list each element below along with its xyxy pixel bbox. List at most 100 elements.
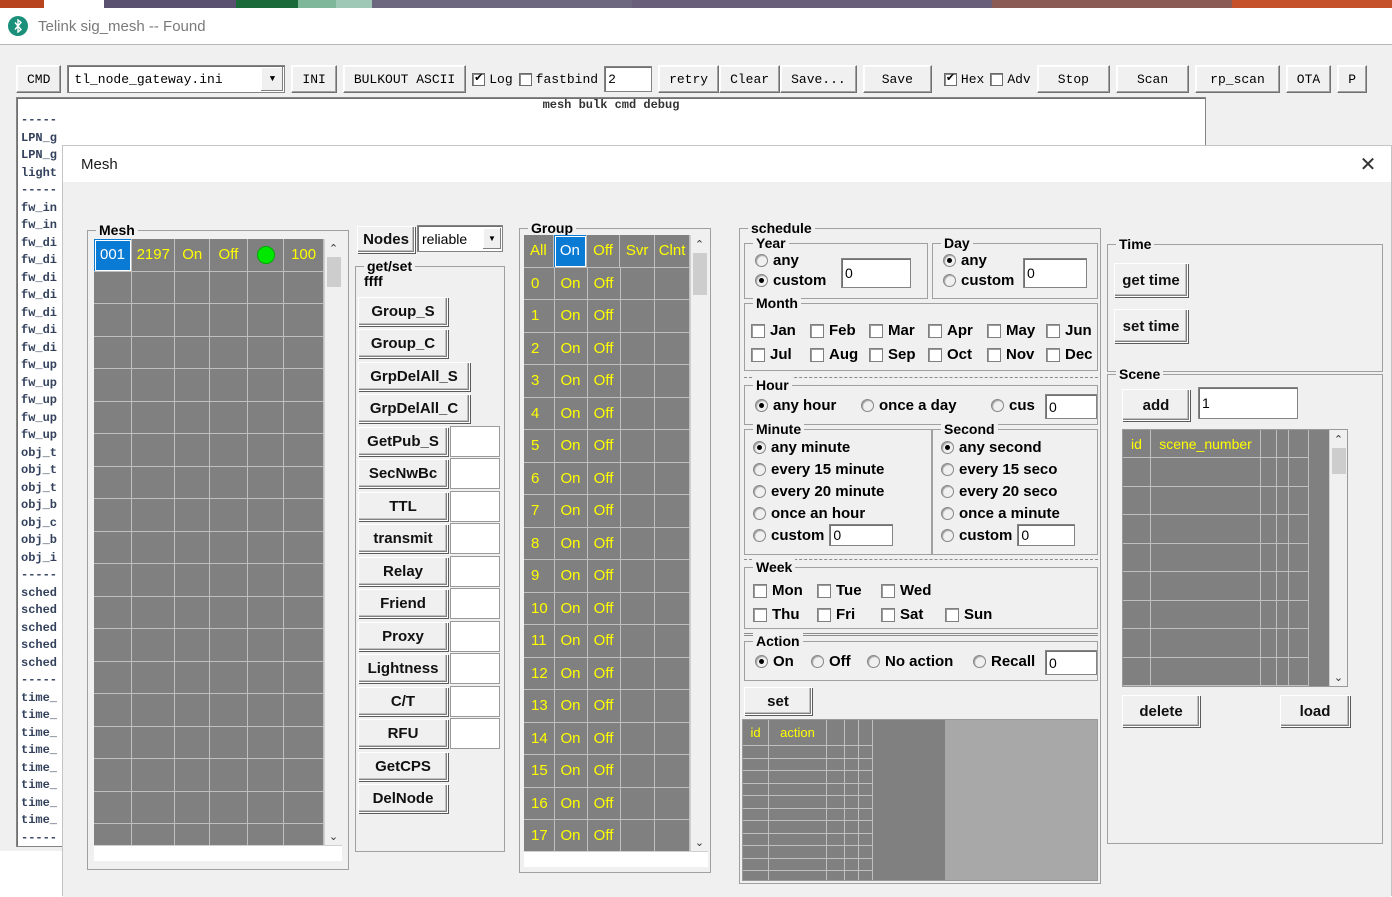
mesh-cell[interactable] [132, 304, 176, 337]
mesh-cell[interactable] [94, 629, 133, 662]
schedule-table-cell[interactable] [845, 808, 859, 821]
group-cell[interactable]: On [554, 657, 588, 690]
mesh-cell[interactable] [247, 401, 285, 434]
cmd-button[interactable]: CMD [16, 65, 62, 93]
mesh-cell[interactable] [132, 336, 176, 369]
schedule-table-cell[interactable] [827, 796, 845, 809]
scene-table-cell[interactable] [1277, 515, 1289, 544]
group-cell[interactable] [655, 397, 690, 430]
mesh-cell[interactable] [132, 824, 176, 845]
scene-table-row[interactable] [1123, 543, 1329, 572]
clear-button[interactable]: Clear [719, 65, 781, 93]
group-cell[interactable] [655, 365, 690, 398]
schedule-table-cell[interactable] [859, 796, 873, 809]
schedule-table-cell[interactable] [769, 758, 827, 771]
mesh-cell[interactable] [247, 466, 285, 499]
group-cell[interactable]: 16 [524, 787, 555, 820]
scene-table-row[interactable] [1123, 629, 1329, 658]
mesh-cell[interactable] [209, 791, 248, 824]
group-row[interactable]: 5 On Off [524, 430, 690, 463]
scene-table-cell[interactable] [1277, 629, 1289, 658]
group-row[interactable]: 16 On Off [524, 787, 690, 820]
scroll-up-icon[interactable]: ⌃ [325, 239, 343, 257]
group-cell[interactable] [655, 787, 690, 820]
mesh-cell[interactable] [94, 499, 133, 532]
group-cell[interactable] [620, 592, 656, 625]
group-cell[interactable]: Off [587, 787, 621, 820]
group-cell[interactable] [620, 527, 656, 560]
group-cell[interactable]: 7 [524, 495, 555, 528]
mesh-cell[interactable] [132, 466, 176, 499]
schedule-table-row[interactable] [743, 758, 945, 771]
scene-table-cell[interactable] [1261, 600, 1277, 629]
mesh-node-row[interactable] [94, 629, 324, 662]
mesh-cell[interactable] [284, 629, 324, 662]
week-checkbox-wed[interactable]: Wed [881, 582, 945, 599]
day-custom-input[interactable]: 0 [1023, 258, 1087, 288]
mesh-cell[interactable] [209, 304, 248, 337]
mesh-cell[interactable] [284, 596, 324, 629]
scene-table-row[interactable] [1123, 515, 1329, 544]
group-cell[interactable]: Off [587, 657, 621, 690]
schedule-table-cell[interactable] [859, 821, 873, 834]
mesh-cell[interactable] [210, 824, 248, 845]
mesh-cell[interactable] [175, 824, 210, 845]
month-checkbox-aug[interactable]: Aug [810, 346, 869, 363]
mesh-cell[interactable] [247, 564, 285, 597]
scene-table-cell[interactable] [1151, 515, 1261, 544]
schedule-table-cell[interactable] [827, 758, 845, 771]
scroll-up-icon[interactable]: ⌃ [1330, 430, 1348, 448]
mesh-cell[interactable] [132, 629, 176, 662]
mesh-cell[interactable] [247, 759, 285, 792]
schedule-table-cell[interactable] [859, 833, 873, 846]
group-cell[interactable] [620, 495, 656, 528]
schedule-table-row[interactable] [743, 808, 945, 821]
mesh-cell[interactable] [132, 726, 176, 759]
scene-table-cell[interactable] [1261, 572, 1277, 601]
group-cell[interactable]: On [554, 527, 588, 560]
getset-value-field[interactable] [450, 588, 500, 620]
schedule-table-row[interactable] [743, 846, 945, 859]
schedule-table-cell[interactable] [743, 846, 769, 859]
hour-once-a-day-radio[interactable]: once a day [861, 397, 957, 414]
getset-value-field[interactable] [450, 490, 500, 522]
group-cell[interactable] [620, 755, 656, 788]
schedule-table-cell[interactable] [769, 796, 827, 809]
ini-button[interactable]: INI [291, 65, 337, 93]
group-cell[interactable]: Off [587, 690, 621, 723]
mesh-cell[interactable] [284, 434, 324, 467]
scene-table-cell[interactable] [1289, 486, 1309, 515]
mesh-cell[interactable] [175, 336, 210, 369]
scene-table-cell[interactable] [1261, 543, 1277, 572]
mesh-cell[interactable] [94, 694, 133, 727]
group-cell[interactable]: Off [587, 560, 621, 593]
group-cell[interactable] [620, 560, 656, 593]
scroll-down-icon[interactable]: ⌄ [691, 833, 709, 851]
group-cell[interactable] [655, 300, 690, 333]
mesh-cell[interactable] [284, 466, 324, 499]
schedule-table-cell[interactable] [859, 858, 873, 871]
mesh-cell[interactable] [175, 564, 210, 597]
mesh-cell[interactable]: 001 [94, 239, 133, 272]
mesh-cell[interactable] [284, 304, 324, 337]
fastbind-checkbox[interactable]: fastbind [518, 72, 598, 87]
month-checkbox-jun[interactable]: Jun [1046, 322, 1105, 339]
group-cell[interactable] [655, 267, 690, 300]
scene-table-header-cell[interactable] [1261, 430, 1277, 458]
group-row[interactable]: 8 On Off [524, 527, 690, 560]
action-on-radio[interactable]: On [755, 653, 794, 670]
mesh-cell[interactable] [132, 401, 176, 434]
schedule-table-cell[interactable] [859, 808, 873, 821]
getset-group-s-button[interactable]: Group_S [358, 296, 448, 326]
schedule-table-cell[interactable] [827, 846, 845, 859]
mesh-cell[interactable] [175, 466, 210, 499]
group-cell[interactable]: 2 [524, 332, 555, 365]
group-cell[interactable] [620, 690, 656, 723]
group-cell[interactable]: Off [587, 397, 621, 430]
second-every-15-seco-radio[interactable]: every 15 seco [941, 461, 1057, 478]
mesh-cell[interactable]: Off [209, 239, 248, 272]
mesh-cell[interactable] [94, 661, 133, 694]
schedule-table-cell[interactable] [845, 771, 859, 784]
scene-table-cell[interactable] [1277, 543, 1289, 572]
mesh-cell[interactable] [94, 434, 133, 467]
